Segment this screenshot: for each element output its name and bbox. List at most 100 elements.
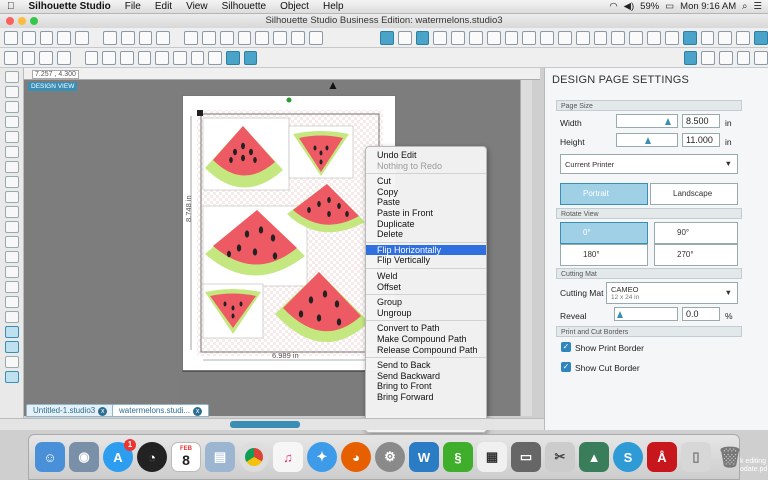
page-settings-icon[interactable] (379, 30, 394, 45)
word-icon[interactable]: W (409, 442, 439, 472)
sketch-icon[interactable] (225, 50, 240, 65)
width-slider[interactable] (616, 114, 678, 128)
menu-item-cut[interactable]: Cut (366, 176, 486, 187)
replicate-icon[interactable] (540, 30, 554, 45)
store-icon[interactable] (718, 30, 733, 45)
menu-item-offset[interactable]: Offset (366, 282, 486, 293)
rhinestone-icon[interactable] (243, 50, 258, 65)
line-style-icon[interactable] (486, 30, 501, 45)
print-icon[interactable] (57, 30, 72, 45)
wifi-icon[interactable]: ◠ (609, 1, 617, 12)
horizontal-scrollbar[interactable] (0, 418, 544, 430)
panel-toggle-icon[interactable] (683, 50, 698, 65)
reveal-slider[interactable] (614, 307, 678, 321)
deselect-icon[interactable] (21, 50, 36, 65)
pencil-icon[interactable] (4, 221, 19, 233)
chrome-icon[interactable] (239, 442, 269, 472)
battery-icon[interactable]: ▭ (665, 1, 674, 12)
compound-path-icon[interactable] (119, 50, 134, 65)
menu-object[interactable]: Object (273, 0, 316, 14)
text-style-icon[interactable] (504, 30, 519, 45)
zoom-fit-icon[interactable] (291, 30, 305, 45)
text-tool-icon[interactable] (4, 266, 19, 278)
search-icon[interactable]: ⌕ (742, 1, 747, 12)
panel-cut-icon[interactable] (4, 371, 19, 383)
paste-icon[interactable] (138, 30, 153, 45)
trace-icon[interactable] (593, 30, 608, 45)
design-page[interactable] (182, 95, 396, 371)
file-icon[interactable]: ▦ (477, 442, 507, 472)
layers-icon[interactable] (611, 30, 626, 45)
zoom-window-button[interactable] (30, 17, 38, 25)
menu-item-duplicate[interactable]: Duplicate (366, 219, 486, 230)
menu-view[interactable]: View (179, 0, 215, 14)
portrait-button[interactable]: Portrait (560, 183, 648, 205)
menu-item-send-backward[interactable]: Send Backward (366, 371, 486, 382)
curve-tool-icon[interactable] (4, 131, 19, 143)
save-icon[interactable] (39, 30, 54, 45)
apple-menu-icon[interactable]:  (0, 0, 22, 14)
settings-gear-icon[interactable] (753, 30, 768, 45)
menu-item-weld[interactable]: Weld (366, 271, 486, 282)
release-compound-icon[interactable] (137, 50, 152, 65)
ungroup-icon[interactable] (102, 50, 116, 65)
menu-item-make-compound-path[interactable]: Make Compound Path (366, 334, 486, 345)
dashboard-icon[interactable]: ◔ (137, 442, 167, 472)
reveal-field[interactable]: 0.0 (682, 307, 720, 321)
pattern-icon[interactable] (451, 30, 465, 45)
library-icon[interactable] (700, 30, 715, 45)
freehand-tool-icon[interactable] (4, 191, 19, 203)
fill-color-icon[interactable] (415, 30, 430, 45)
menu-item-convert-to-path[interactable]: Convert to Path (366, 323, 486, 334)
send-to-cutter-icon[interactable] (75, 30, 90, 45)
vertical-scrollbar[interactable] (520, 80, 532, 416)
scissors-icon[interactable] (156, 30, 171, 45)
polygon-tool-icon[interactable] (4, 116, 19, 128)
design-page-settings-icon[interactable] (682, 30, 697, 45)
weld-icon[interactable] (190, 50, 205, 65)
image-capture-icon[interactable]: ▲ (579, 442, 609, 472)
landscape-button[interactable]: Landscape (650, 183, 738, 205)
menu-item-release-compound-path[interactable]: Release Compound Path (366, 345, 486, 356)
menu-edit[interactable]: Edit (148, 0, 179, 14)
offset-icon[interactable] (575, 30, 590, 45)
panel-store-icon[interactable] (4, 356, 19, 368)
rotate-0-button[interactable]: 0° (560, 222, 648, 244)
copy-icon[interactable] (120, 30, 135, 45)
volume-icon[interactable]: ◀) (624, 1, 634, 12)
rotate-90-button[interactable]: 90° (654, 222, 738, 244)
menu-item-flip-horizontally[interactable]: Flip Horizontally (366, 244, 486, 256)
gradient-icon[interactable] (433, 30, 448, 45)
transform-icon[interactable] (522, 30, 537, 45)
show-cut-border-checkbox[interactable]: ✓ (561, 362, 571, 372)
menu-item-copy[interactable]: Copy (366, 187, 486, 198)
scissors-dock-icon[interactable]: ✂ (545, 442, 575, 472)
eraser-icon[interactable] (718, 50, 733, 65)
grid-icon[interactable] (397, 30, 412, 45)
silhouette-studio-icon[interactable]: S (613, 442, 643, 472)
zoom-page-icon[interactable] (308, 30, 323, 45)
line-tool-icon[interactable] (4, 101, 19, 113)
finder-icon[interactable]: ☺ (35, 442, 65, 472)
clock[interactable]: Mon 9:16 AM (680, 1, 736, 12)
menu-item-send-to-back[interactable]: Send to Back (366, 360, 486, 371)
knife-tool-icon[interactable] (4, 311, 19, 323)
delete-icon[interactable] (57, 50, 71, 65)
send-icon[interactable] (736, 30, 750, 45)
panel-library-icon[interactable] (4, 341, 19, 353)
width-field[interactable]: 8.500 (682, 114, 720, 128)
file-dock-icon[interactable]: ▯ (681, 442, 711, 472)
panel-float-icon[interactable] (701, 50, 715, 65)
menu-item-undo-edit[interactable]: Undo Edit (366, 150, 486, 161)
flip-icon[interactable] (208, 50, 222, 65)
print-cut-icon[interactable] (647, 30, 661, 45)
menu-item-ungroup[interactable]: Ungroup (366, 308, 486, 319)
rounded-rect-icon[interactable] (4, 161, 19, 173)
menu-help[interactable]: Help (316, 0, 351, 14)
new-file-icon[interactable] (4, 30, 18, 45)
menu-item-paste-in-front[interactable]: Paste in Front (366, 208, 486, 219)
scroll-thumb[interactable] (230, 421, 300, 428)
notification-center-icon[interactable]: ☰ (753, 1, 762, 12)
edit-points-icon[interactable] (4, 86, 19, 98)
cut-settings-icon[interactable] (664, 30, 679, 45)
